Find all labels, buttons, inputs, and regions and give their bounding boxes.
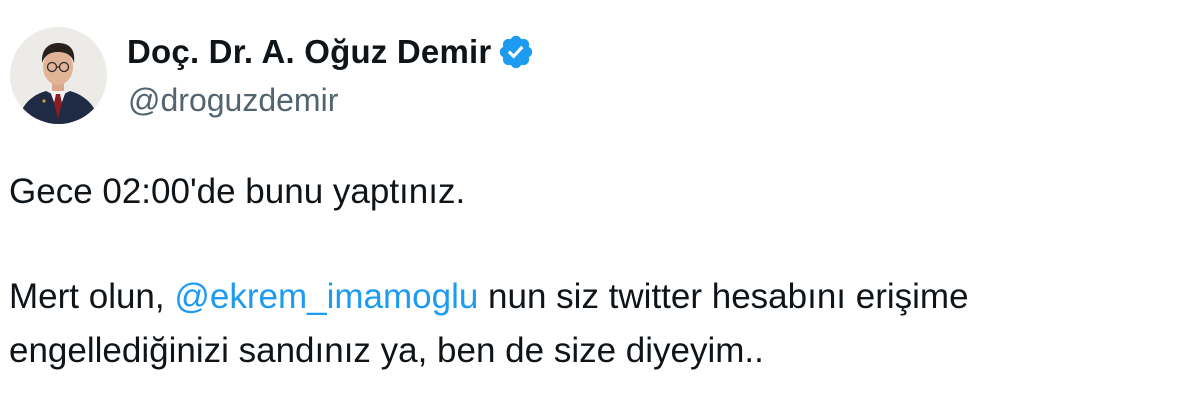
tweet-paragraph-line: engellediğinizi sandınız ya, ben de size… (9, 331, 764, 370)
author-avatar[interactable] (10, 27, 107, 124)
author-display-name[interactable]: Doç. Dr. A. Oğuz Demir (127, 33, 491, 71)
tweet-text-segment: Mert olun, (9, 277, 175, 316)
mention-link[interactable]: @ekrem_imamoglu (174, 277, 478, 316)
avatar-photo-icon (10, 27, 107, 124)
tweet-paragraph: Gece 02:00'de bunu yaptınız. (9, 172, 466, 211)
tweet-text: Gece 02:00'de bunu yaptınız. Mert olun, … (9, 165, 1194, 378)
author-handle[interactable]: @droguzdemir (128, 82, 338, 119)
tweet-paragraph: Mert olun, @ekrem_imamoglu nun siz twitt… (9, 270, 1194, 324)
tweet-card: Doç. Dr. A. Oğuz Demir @droguzdemir Gece… (0, 0, 1200, 413)
tweet-text-segment: nun siz twitter hesabını erişime (478, 277, 969, 316)
verified-badge-icon[interactable] (497, 33, 535, 71)
author-name-row: Doç. Dr. A. Oğuz Demir (127, 30, 535, 74)
